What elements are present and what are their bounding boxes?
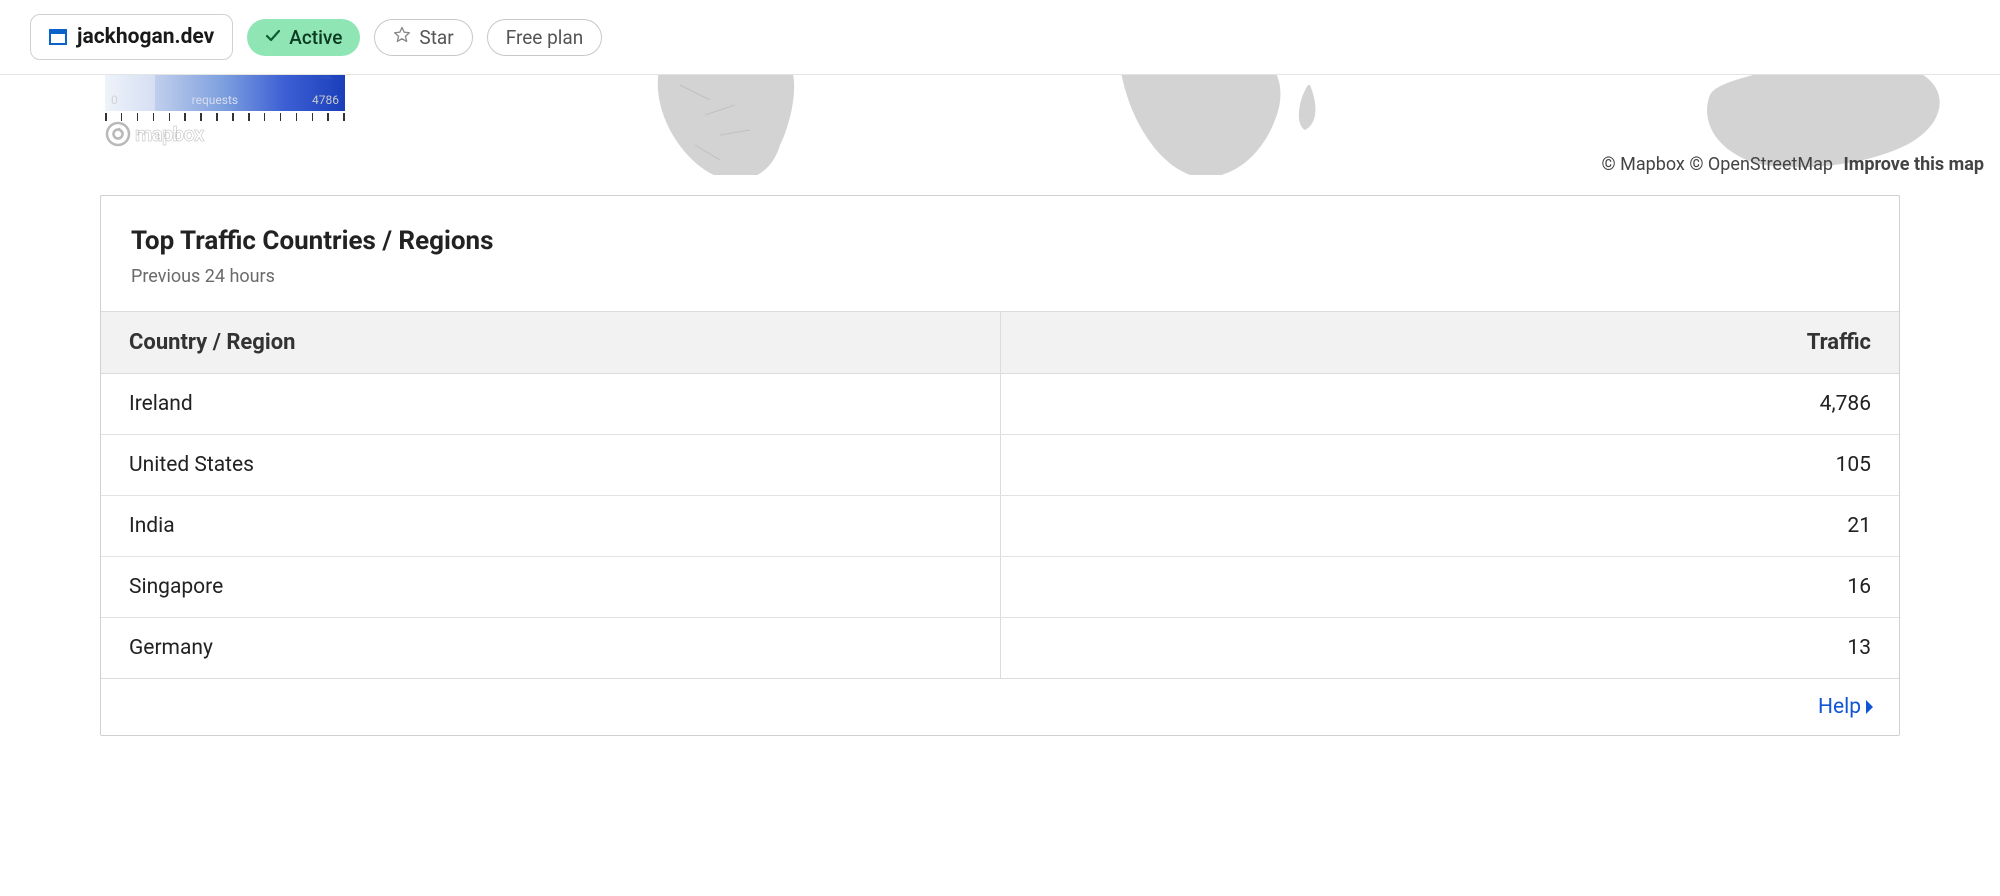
site-selector[interactable]: jackhogan.dev bbox=[30, 14, 233, 60]
mapbox-logo-text: mapbox bbox=[135, 122, 204, 146]
map-area: 0 requests 4786 mapbox © Mapbox © OpenSt… bbox=[0, 75, 2000, 175]
table-row: Ireland4,786 bbox=[101, 374, 1899, 435]
cell-traffic: 13 bbox=[1000, 618, 1899, 679]
site-name: jackhogan.dev bbox=[77, 25, 214, 49]
col-country: Country / Region bbox=[101, 312, 1000, 374]
table-row: Singapore16 bbox=[101, 557, 1899, 618]
status-label: Active bbox=[289, 26, 342, 49]
attrib-osm[interactable]: © OpenStreetMap bbox=[1689, 154, 1833, 175]
star-button[interactable]: Star bbox=[374, 19, 472, 56]
col-traffic: Traffic bbox=[1000, 312, 1899, 374]
cell-country: India bbox=[101, 496, 1000, 557]
card-subtitle: Previous 24 hours bbox=[131, 266, 1869, 287]
check-icon bbox=[265, 26, 281, 49]
plan-label: Free plan bbox=[506, 26, 584, 49]
cell-country: Germany bbox=[101, 618, 1000, 679]
legend-max: 4786 bbox=[312, 93, 339, 107]
map-silhouette-africa-south bbox=[1120, 75, 1320, 175]
table-row: India21 bbox=[101, 496, 1899, 557]
legend-min: 0 bbox=[111, 93, 118, 107]
plan-badge[interactable]: Free plan bbox=[487, 19, 603, 56]
map-silhouette-africa-west bbox=[650, 75, 830, 175]
legend-peak-icon bbox=[313, 75, 333, 79]
mapbox-logo[interactable]: mapbox bbox=[105, 121, 204, 147]
chevron-right-icon bbox=[1865, 699, 1875, 715]
help-label: Help bbox=[1818, 695, 1861, 719]
map-legend: 0 requests 4786 bbox=[105, 75, 345, 121]
cell-traffic: 105 bbox=[1000, 435, 1899, 496]
status-badge: Active bbox=[247, 19, 360, 56]
cell-country: Ireland bbox=[101, 374, 1000, 435]
traffic-table: Country / Region Traffic Ireland4,786Uni… bbox=[101, 311, 1899, 679]
map-attribution: © Mapbox © OpenStreetMap Improve this ma… bbox=[1602, 154, 1985, 175]
cell-country: United States bbox=[101, 435, 1000, 496]
legend-mid: requests bbox=[192, 93, 238, 107]
improve-map-link[interactable]: Improve this map bbox=[1843, 154, 1984, 175]
star-icon bbox=[393, 26, 411, 49]
help-link[interactable]: Help bbox=[1818, 695, 1875, 719]
cell-traffic: 16 bbox=[1000, 557, 1899, 618]
cell-traffic: 4,786 bbox=[1000, 374, 1899, 435]
attrib-mapbox[interactable]: © Mapbox bbox=[1602, 154, 1685, 175]
cell-country: Singapore bbox=[101, 557, 1000, 618]
mapbox-icon bbox=[105, 121, 131, 147]
traffic-card: Top Traffic Countries / Regions Previous… bbox=[100, 195, 1900, 736]
table-row: Germany13 bbox=[101, 618, 1899, 679]
cell-traffic: 21 bbox=[1000, 496, 1899, 557]
card-title: Top Traffic Countries / Regions bbox=[131, 226, 1869, 256]
star-label: Star bbox=[419, 26, 453, 49]
legend-ticks bbox=[105, 111, 345, 121]
table-row: United States105 bbox=[101, 435, 1899, 496]
window-icon bbox=[49, 29, 67, 45]
top-bar: jackhogan.dev Active Star Free plan bbox=[0, 0, 2000, 75]
